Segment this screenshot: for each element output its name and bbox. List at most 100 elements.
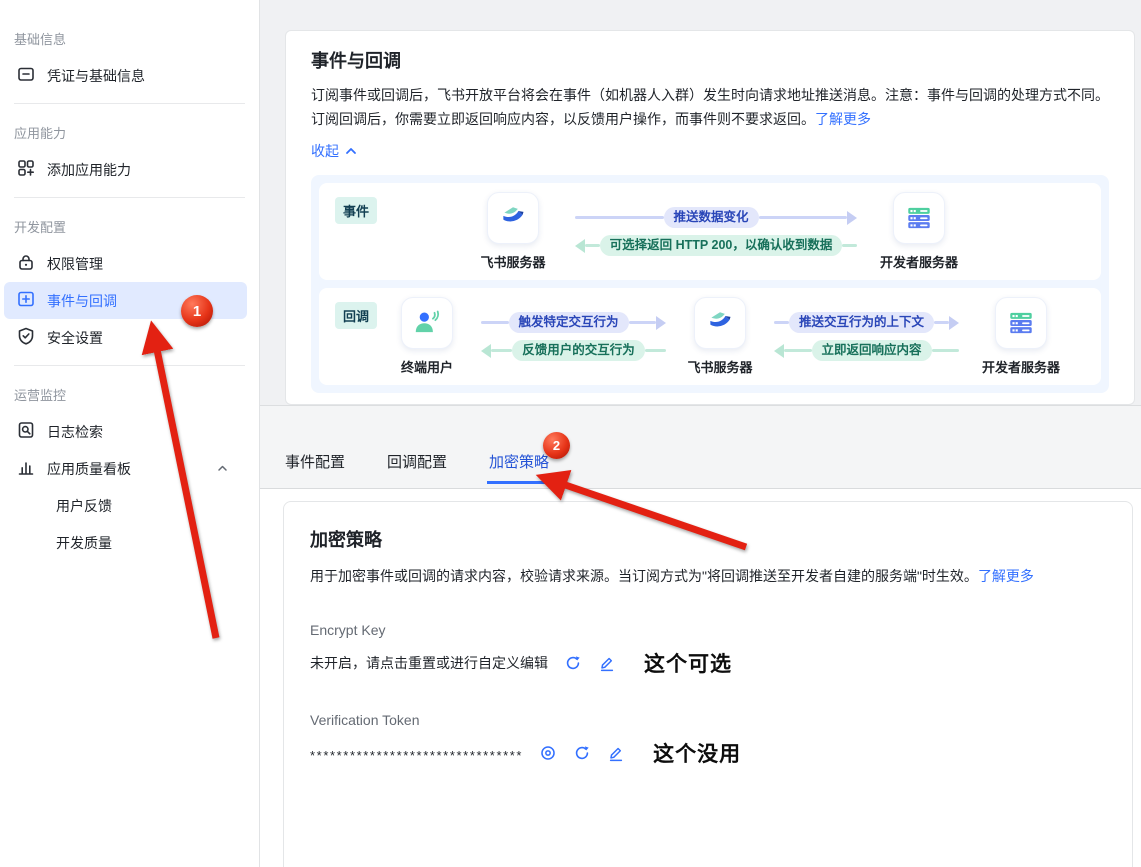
sidebar-item-permissions[interactable]: 权限管理 (4, 245, 247, 282)
sidebar-divider (14, 197, 245, 198)
arrow-label: 反馈用户的交互行为 (512, 340, 645, 361)
refresh-icon[interactable] (573, 744, 591, 762)
eye-icon[interactable] (539, 744, 557, 762)
event-arrows: 推送数据变化 可选择返回 HTTP 200，以确认收到数据 (575, 207, 857, 257)
arrow-push-data: 推送数据变化 (575, 207, 857, 229)
learn-more-link[interactable]: 了解更多 (978, 568, 1034, 584)
sidebar-item-add-capability[interactable]: 添加应用能力 (4, 151, 247, 188)
encryption-title: 加密策略 (310, 526, 1106, 554)
event-callback-diagram: 事件 飞书服务器 推送数据变化 (311, 175, 1109, 393)
sidebar-divider (14, 365, 245, 366)
edit-pencil-icon[interactable] (598, 654, 616, 672)
lock-icon (16, 252, 36, 275)
tab-encryption-strategy[interactable]: 加密策略 (487, 451, 551, 484)
sidebar-item-dev-quality[interactable]: 开发质量 (4, 524, 247, 561)
encryption-description: 用于加密事件或回调的请求内容，校验请求来源。当订阅方式为"将回调推送至开发者自建… (310, 568, 978, 584)
refresh-icon[interactable] (564, 654, 582, 672)
sidebar-item-label: 安全设置 (47, 328, 103, 348)
events-callbacks-card: 事件与回调 订阅事件或回调后，飞书开放平台将会在事件（如机器人入群）发生时向请求… (285, 30, 1135, 405)
server-icon (893, 192, 945, 244)
arrow-label: 推送数据变化 (664, 207, 759, 228)
arrow-label: 可选择返回 HTTP 200，以确认收到数据 (600, 235, 843, 256)
node-label: 开发者服务器 (982, 357, 1060, 376)
sidebar-item-label: 日志检索 (47, 422, 103, 442)
sidebar-item-label: 用户反馈 (56, 496, 112, 516)
node-label: 终端用户 (401, 357, 453, 376)
arrow-feedback-interaction: 反馈用户的交互行为 (481, 340, 666, 362)
sidebar-item-user-feedback[interactable]: 用户反馈 (4, 487, 247, 524)
edit-pencil-icon[interactable] (607, 744, 625, 762)
annotation-step-badge-2: 2 (543, 432, 570, 459)
main-content: 事件与回调 订阅事件或回调后，飞书开放平台将会在事件（如机器人入群）发生时向请求… (260, 0, 1141, 867)
chevron-up-icon (345, 146, 357, 156)
collapse-toggle[interactable]: 收起 (311, 141, 381, 161)
log-search-icon (16, 420, 36, 443)
app-grid-plus-icon (16, 158, 36, 181)
learn-more-link[interactable]: 了解更多 (815, 111, 871, 127)
page-description: 订阅事件或回调后，飞书开放平台将会在事件（如机器人入群）发生时向请求地址推送消息… (311, 83, 1109, 131)
diagram-row-event: 事件 飞书服务器 推送数据变化 (319, 183, 1101, 280)
verification-token-value: ******************************** (310, 744, 523, 763)
event-callback-icon (16, 289, 36, 312)
verification-token-row: ******************************** 这个没用 (310, 738, 1106, 768)
shield-check-icon (16, 326, 36, 349)
arrow-http200: 可选择返回 HTTP 200，以确认收到数据 (575, 235, 857, 257)
feishu-logo (694, 297, 746, 349)
end-user-icon (401, 297, 453, 349)
sidebar-item-security-settings[interactable]: 安全设置 (4, 319, 247, 356)
arrow-left-head (575, 239, 585, 253)
bar-chart-icon (16, 457, 36, 480)
tab-callback-config[interactable]: 回调配置 (385, 451, 449, 484)
node-label: 飞书服务器 (481, 252, 546, 271)
sidebar-divider (14, 103, 245, 104)
sidebar-item-quality-dashboard[interactable]: 应用质量看板 (4, 450, 247, 487)
tab-panel-area: 加密策略 用于加密事件或回调的请求内容，校验请求来源。当订阅方式为"将回调推送至… (260, 489, 1141, 867)
arrow-right-head (656, 316, 666, 330)
tab-event-config[interactable]: 事件配置 (283, 451, 347, 484)
sidebar-item-label: 添加应用能力 (47, 160, 131, 180)
annotation-note-optional: 这个可选 (644, 648, 732, 678)
arrow-immediate-response: 立即返回响应内容 (774, 340, 959, 362)
feishu-server-node: 飞书服务器 (678, 297, 762, 376)
arrow-trigger-interaction: 触发特定交互行为 (481, 312, 666, 334)
sidebar-section-dev-config: 开发配置 (0, 207, 259, 245)
sidebar-item-label: 应用质量看板 (47, 459, 131, 479)
description-line2: 订阅回调后，你需要立即返回响应内容，以反馈用户操作，而事件则不要求返回。 (311, 111, 815, 127)
callback-arrows-left: 触发特定交互行为 反馈用户的交互行为 (481, 312, 666, 362)
encrypt-key-label: Encrypt Key (310, 622, 1106, 638)
sidebar-item-credentials[interactable]: 凭证与基础信息 (4, 57, 247, 94)
sidebar-section-basic-info: 基础信息 (0, 19, 259, 57)
sidebar-item-log-search[interactable]: 日志检索 (4, 413, 247, 450)
arrow-left-head (774, 344, 784, 358)
sidebar-section-app-capability: 应用能力 (0, 113, 259, 151)
sidebar-item-label: 权限管理 (47, 254, 103, 274)
event-badge: 事件 (335, 197, 377, 224)
page-title: 事件与回调 (311, 47, 1109, 75)
arrow-label: 立即返回响应内容 (812, 340, 932, 361)
sidebar-section-ops-monitor: 运营监控 (0, 375, 259, 413)
arrow-label: 推送交互行为的上下文 (789, 312, 934, 333)
verification-token-label: Verification Token (310, 712, 1106, 728)
callback-arrows-right: 推送交互行为的上下文 立即返回响应内容 (774, 312, 959, 362)
sidebar-item-label: 开发质量 (56, 533, 112, 553)
chevron-up-icon[interactable] (216, 462, 229, 478)
encrypt-key-row: 未开启，请点击重置或进行自定义编辑 这个可选 (310, 648, 1106, 678)
encrypt-key-value: 未开启，请点击重置或进行自定义编辑 (310, 653, 548, 673)
tab-strip: 事件配置 回调配置 加密策略 (260, 405, 1141, 489)
credential-card-icon (16, 64, 36, 87)
annotation-step-badge-1: 1 (181, 295, 213, 327)
encryption-strategy-card: 加密策略 用于加密事件或回调的请求内容，校验请求来源。当订阅方式为"将回调推送至… (283, 501, 1133, 867)
callback-badge: 回调 (335, 302, 377, 329)
node-label: 开发者服务器 (880, 252, 958, 271)
server-icon (995, 297, 1047, 349)
sidebar-item-label: 凭证与基础信息 (47, 66, 145, 86)
collapse-label: 收起 (311, 141, 339, 161)
end-user-node: 终端用户 (385, 297, 469, 376)
arrow-push-context: 推送交互行为的上下文 (774, 312, 959, 334)
description-line1: 订阅事件或回调后，飞书开放平台将会在事件（如机器人入群）发生时向请求地址推送消息… (311, 87, 1109, 103)
feishu-logo (487, 192, 539, 244)
sidebar-item-label: 事件与回调 (47, 291, 117, 311)
arrow-left-head (481, 344, 491, 358)
developer-server-node: 开发者服务器 (971, 297, 1071, 376)
diagram-row-callback: 回调 终端用户 触发特定交互行为 (319, 288, 1101, 385)
